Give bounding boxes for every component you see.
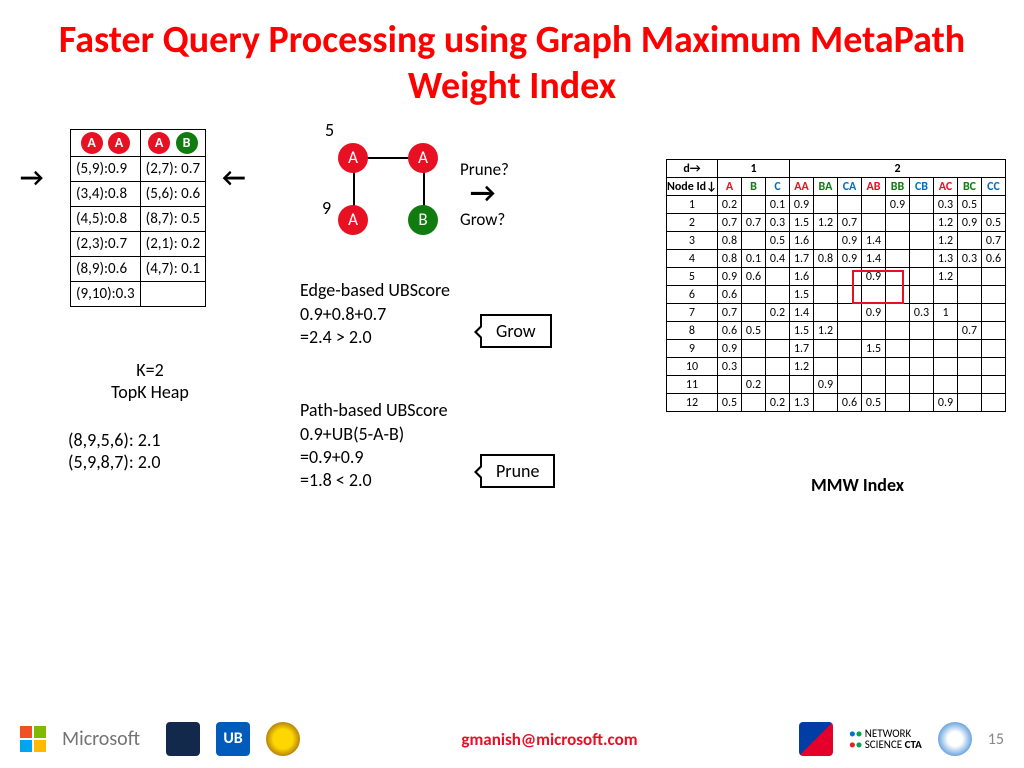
grow-callout: Grow <box>480 314 552 348</box>
graph-node-a: A <box>408 143 438 173</box>
slide-title: Faster Query Processing using Graph Maxi… <box>0 0 1024 119</box>
table-row: 90.91.71.5 <box>666 340 1005 358</box>
node-9-label: 9 <box>322 197 331 219</box>
table-row: 20.70.70.31.51.20.71.20.90.5 <box>666 214 1005 232</box>
table-row: (9,10):0.3 <box>71 282 206 307</box>
arrow-right-icon: → <box>20 161 44 193</box>
chip-a-icon: A <box>148 132 170 154</box>
page-number: 15 <box>988 730 1004 749</box>
seal-logo-icon <box>266 722 300 756</box>
cta-logo-icon: ●● NETWORK ●● SCIENCE CTA <box>849 728 922 750</box>
chip-b-icon: B <box>176 132 198 154</box>
arl-logo-icon <box>799 722 833 756</box>
microsoft-logo-icon <box>20 726 46 752</box>
edge-icon <box>366 157 410 159</box>
graph-node-b: B <box>408 205 438 235</box>
table-row: 100.31.2 <box>666 358 1005 376</box>
table-row: (8,9):0.6(4,7): 0.1 <box>71 257 206 282</box>
mmw-index-table: d→12Node Id↓ABCAABACAABBBCBACBCCC10.20.1… <box>666 159 1006 412</box>
chip-a-icon: A <box>81 132 103 154</box>
table-row: 50.90.61.60.91.2 <box>666 268 1005 286</box>
path-ubscore-text: Path-based UBScore 0.9+UB(5-A-B) =0.9+0.… <box>300 399 448 493</box>
table-row: 30.80.51.60.91.41.20.7 <box>666 232 1005 250</box>
table-row: (5,9):0.9(2,7): 0.7 <box>71 157 206 182</box>
table-row: 80.60.51.51.20.7 <box>666 322 1005 340</box>
arrow-left-icon: ← <box>222 161 246 193</box>
grow-question: Grow? <box>460 209 505 230</box>
topk-heap-table: A A A B (5,9):0.9(2,7): 0.7 (3,4):0.8(5,… <box>70 129 206 307</box>
table-row: 120.50.21.30.60.50.9 <box>666 394 1005 412</box>
table-row: (2,3):0.7(2,1): 0.2 <box>71 232 206 257</box>
edge-icon <box>353 171 355 207</box>
table-row: 60.61.5 <box>666 286 1005 304</box>
slide-footer: Microsoft UB gmanish@microsoft.com ●● NE… <box>0 710 1024 768</box>
arrow-right-icon: → <box>470 175 495 210</box>
ub-logo-icon: UB <box>216 722 250 756</box>
node-5-label: 5 <box>325 119 334 141</box>
microsoft-text: Microsoft <box>62 727 140 751</box>
edge-icon <box>423 171 425 207</box>
table-row: 110.20.9 <box>666 376 1005 394</box>
table-row: (4,5):0.8(8,7): 0.5 <box>71 207 206 232</box>
graph-node-a: A <box>338 143 368 173</box>
contact-email: gmanish@microsoft.com <box>461 729 637 750</box>
illinois-logo-icon <box>166 722 200 756</box>
mmw-index-label: MMW Index <box>811 474 904 496</box>
prune-callout: Prune <box>480 454 555 488</box>
edge-ubscore-text: Edge-based UBScore 0.9+0.8+0.7 =2.4 > 2.… <box>300 279 450 349</box>
slide-body: A A A B (5,9):0.9(2,7): 0.7 (3,4):0.8(5,… <box>0 119 1024 659</box>
table-row: (3,4):0.8(5,6): 0.6 <box>71 182 206 207</box>
k-label: K=2TopK Heap <box>90 359 210 403</box>
inarc-logo-icon <box>938 722 972 756</box>
chip-a-icon: A <box>108 132 130 154</box>
table-row: 70.70.21.40.90.31 <box>666 304 1005 322</box>
table-row: 10.20.10.90.90.30.5 <box>666 196 1005 214</box>
table-row: 40.80.10.41.70.80.91.41.30.30.6 <box>666 250 1005 268</box>
graph-node-a: A <box>338 205 368 235</box>
topk-results: (8,9,5,6): 2.1 (5,9,8,7): 2.0 <box>68 429 161 473</box>
